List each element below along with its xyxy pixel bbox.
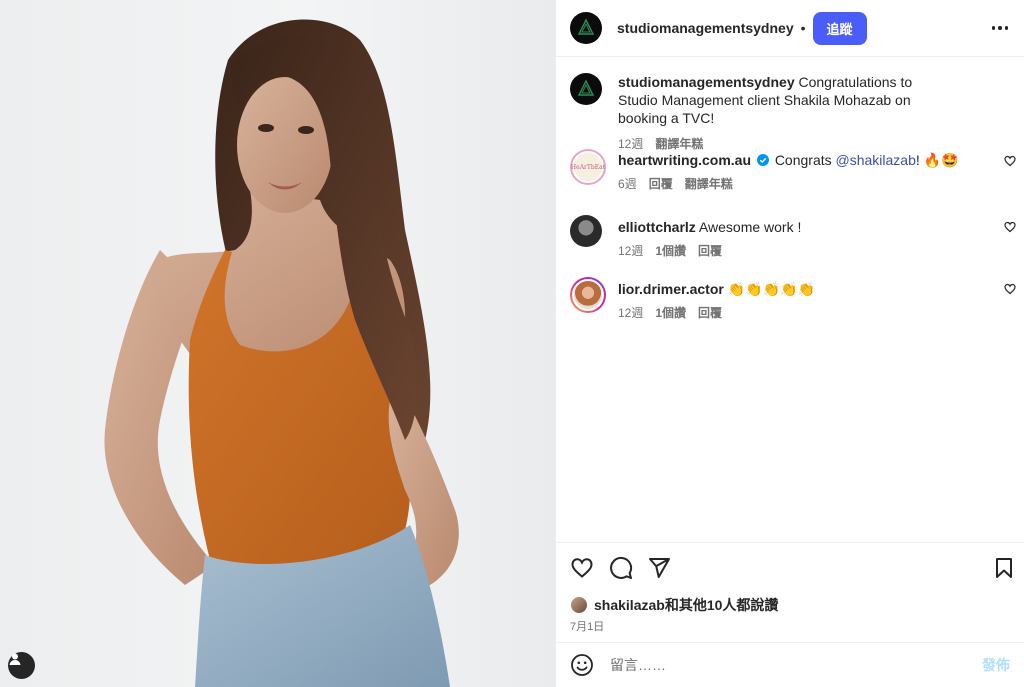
- follow-button[interactable]: 追蹤: [812, 11, 867, 45]
- commenter-avatar[interactable]: [570, 215, 602, 247]
- heart-icon[interactable]: [570, 556, 594, 580]
- comment-time[interactable]: 6週: [618, 175, 637, 193]
- commenter-avatar: [572, 279, 604, 311]
- likes-rest[interactable]: 和其他10人都說讚: [665, 595, 779, 615]
- translate-link[interactable]: 翻譯年糕: [685, 175, 733, 193]
- caption-author-avatar[interactable]: [570, 73, 602, 105]
- comment-text: Congrats: [774, 152, 836, 168]
- liker-username[interactable]: shakilazab: [594, 597, 665, 613]
- post-caption: studiomanagementsydney Congratulations t…: [570, 73, 1024, 153]
- heartwriting-logo: HeArTbEat: [571, 151, 605, 183]
- reply-button[interactable]: 回覆: [649, 175, 673, 193]
- post-sidebar: studiomanagementsydney • 追蹤 studiomanage…: [555, 0, 1024, 687]
- comment-like-heart-icon[interactable]: [1004, 155, 1016, 167]
- user-tag-icon[interactable]: [8, 652, 35, 679]
- comments-list: studiomanagementsydney Congratulations t…: [556, 57, 1024, 542]
- post-actions: shakilazab 和其他10人都說讚 7月1日: [556, 542, 1024, 642]
- comment-input[interactable]: [610, 657, 982, 673]
- verified-badge-icon: [756, 154, 769, 166]
- post-comment-button[interactable]: 發佈: [982, 655, 1010, 675]
- post-header: studiomanagementsydney • 追蹤: [556, 0, 1024, 57]
- comment-suffix: ! 🔥🤩: [915, 152, 959, 168]
- comment-likes-count[interactable]: 1個讚: [655, 242, 686, 260]
- mention-link[interactable]: @shakilazab: [836, 152, 916, 168]
- comment-composer: 發佈: [556, 642, 1024, 687]
- comment-icon[interactable]: [609, 556, 633, 580]
- share-icon[interactable]: [647, 556, 671, 580]
- comment-like-heart-icon[interactable]: [1004, 221, 1016, 233]
- caption-username[interactable]: studiomanagementsydney: [618, 74, 795, 90]
- studio-logo-icon: [577, 79, 595, 96]
- bookmark-icon[interactable]: [992, 556, 1016, 580]
- separator-dot: •: [800, 20, 806, 36]
- comment-like-heart-icon[interactable]: [1004, 283, 1016, 295]
- reply-button[interactable]: 回覆: [698, 242, 722, 260]
- comment-text: 👏👏👏👏👏: [727, 281, 815, 297]
- likes-summary[interactable]: shakilazab 和其他10人都說讚: [570, 595, 778, 615]
- user-silhouette-icon: [9, 653, 21, 665]
- commenter-avatar[interactable]: HeArTbEat: [570, 149, 606, 185]
- comment-likes-count[interactable]: 1個讚: [655, 304, 686, 322]
- comment-time[interactable]: 12週: [618, 304, 643, 322]
- commenter-username[interactable]: heartwriting.com.au: [618, 152, 751, 168]
- commenter-username[interactable]: elliottcharlz: [618, 219, 696, 235]
- model-photo-illustration: [104, 19, 459, 687]
- more-icon[interactable]: [988, 18, 1012, 38]
- liker-avatar: [570, 596, 588, 614]
- reply-button[interactable]: 回覆: [698, 304, 722, 322]
- comment-time[interactable]: 12週: [618, 242, 643, 260]
- studio-logo-icon: [577, 18, 595, 35]
- comment-text: Awesome work !: [698, 219, 802, 235]
- author-username[interactable]: studiomanagementsydney: [617, 20, 794, 36]
- comment-item: elliottcharlz Awesome work ! 12週 1個讚 回覆: [570, 215, 1024, 260]
- post-date[interactable]: 7月1日: [570, 618, 604, 634]
- commenter-avatar-story-ring[interactable]: [570, 277, 606, 313]
- commenter-username[interactable]: lior.drimer.actor: [618, 281, 724, 297]
- comment-item: HeArTbEat heartwriting.com.au Congrats @…: [570, 149, 1024, 193]
- comment-item: lior.drimer.actor 👏👏👏👏👏 12週 1個讚 回覆: [570, 277, 1024, 322]
- post-photo[interactable]: [0, 0, 555, 687]
- author-avatar[interactable]: [570, 12, 602, 44]
- emoji-icon[interactable]: [570, 653, 594, 677]
